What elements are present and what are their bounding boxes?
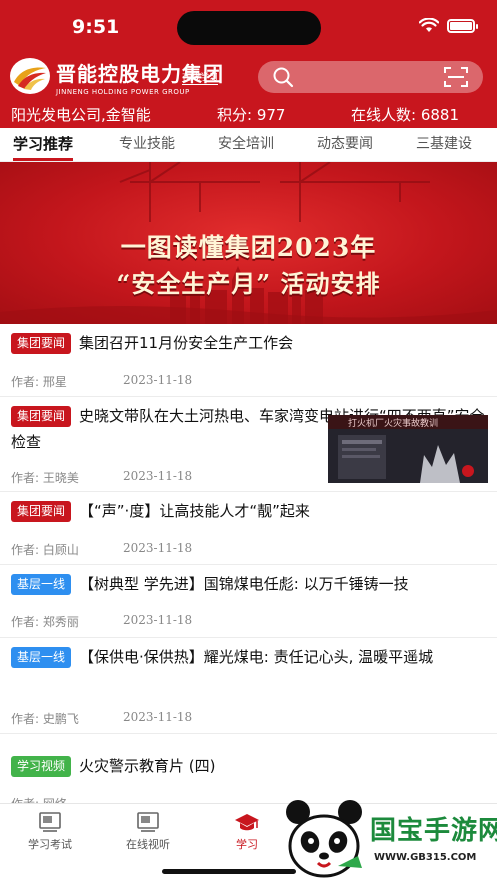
tab-professional-skills[interactable]: 专业技能 xyxy=(119,128,175,162)
nav-video-label: 在线视听 xyxy=(126,838,170,851)
category-tabs: 学习推荐 专业技能 安全培训 动态要闻 三基建设 xyxy=(0,128,497,162)
news-title-text: 火灾警示教育片 (四) xyxy=(79,757,216,775)
news-item[interactable]: 集团要闻 【“声”·度】让高技能人才“靓”起来 作者: 白顾山 2023-11-1… xyxy=(0,492,497,565)
graduation-cap-icon xyxy=(235,814,259,831)
news-date: 2023-11-18 xyxy=(123,373,193,387)
category-tag: 基层一线 xyxy=(11,574,72,595)
video-thumbnail[interactable]: 打火机厂火灾事故教训 xyxy=(328,415,488,483)
exam-icon xyxy=(39,812,61,832)
news-title-text: 【保供电·保供热】耀光煤电: 责任记心头, 温暖平遥城 xyxy=(79,648,434,666)
status-time: 9:51 xyxy=(72,16,120,38)
news-meta: 作者: 王晓美 2023-11-18 xyxy=(11,469,192,486)
news-title: 学习视频 火灾警示教育片 (四) xyxy=(11,753,317,779)
nav-exam[interactable]: 学习考试 xyxy=(10,812,90,852)
news-author: 作者: 白顾山 xyxy=(11,543,79,557)
news-item[interactable]: 基层一线 【树典型 学先进】国锦煤电任彪: 以万千锤铸一技 作者: 郑秀丽 202… xyxy=(0,565,497,638)
nav-study[interactable]: 学习 xyxy=(207,812,287,852)
brand-name-en: JINNENG HOLDING POWER GROUP xyxy=(56,88,190,96)
tab-news[interactable]: 动态要闻 xyxy=(317,128,373,162)
news-date: 2023-11-18 xyxy=(123,541,193,555)
nav-study-label: 学习 xyxy=(236,838,258,851)
news-title: 基层一线 【树典型 学先进】国锦煤电任彪: 以万千锤铸一技 xyxy=(11,571,487,597)
home-indicator xyxy=(162,869,296,874)
nav-exam-label: 学习考试 xyxy=(28,838,72,851)
dynamic-island xyxy=(177,11,321,45)
company-logo xyxy=(10,58,50,94)
news-title: 集团要闻 【“声”·度】让高技能人才“靓”起来 xyxy=(11,498,487,524)
news-date: 2023-11-18 xyxy=(123,469,193,483)
video-icon xyxy=(137,812,159,832)
scan-icon[interactable] xyxy=(444,66,468,88)
brand-tagline: 在线学习 xyxy=(182,70,219,85)
news-title-text: 【树典型 学先进】国锦煤电任彪: 以万千锤铸一技 xyxy=(79,575,409,593)
panda-logo-icon xyxy=(286,800,362,880)
points: 积分: 977 xyxy=(217,106,286,124)
news-title: 集团要闻 集团召开11月份安全生产工作会 xyxy=(11,330,487,356)
banner-title-line2: “安全生产月” 活动安排 xyxy=(116,269,381,298)
app-header: 9:51 晋能控股电力集团 JINNENG HOLDING POWER GROU… xyxy=(0,0,497,128)
news-meta: 作者: 史鹏飞 2023-11-18 xyxy=(11,710,192,727)
category-tag: 集团要闻 xyxy=(11,501,72,522)
news-title-text: 集团召开11月份安全生产工作会 xyxy=(79,334,294,352)
news-item[interactable]: 基层一线 【保供电·保供热】耀光煤电: 责任记心头, 温暖平遥城 作者: 史鹏飞 … xyxy=(0,638,497,734)
news-meta: 作者: 郑秀丽 2023-11-18 xyxy=(11,613,192,630)
battery-icon xyxy=(447,18,478,33)
category-tag: 集团要闻 xyxy=(11,406,72,427)
search-icon[interactable] xyxy=(272,66,294,88)
wifi-icon xyxy=(419,18,439,32)
banner-title-line1: 一图读懂集团2023年 xyxy=(120,233,377,262)
status-bar: 9:51 xyxy=(0,0,497,52)
news-item[interactable]: 集团要闻 集团召开11月份安全生产工作会 作者: 邢星 2023-11-18 xyxy=(0,324,497,397)
category-tag: 集团要闻 xyxy=(11,333,72,354)
news-date: 2023-11-18 xyxy=(123,710,193,724)
watermark-url: WWW.GB315.COM xyxy=(374,852,477,863)
news-author: 作者: 邢星 xyxy=(11,375,67,389)
watermark-name: 国宝手游网 xyxy=(370,816,497,846)
video-item[interactable]: 学习视频火灾警示教育片 (四) 作者: 网络 xyxy=(0,734,497,811)
tab-study-recommend[interactable]: 学习推荐 xyxy=(13,128,74,162)
nav-video[interactable]: 在线视听 xyxy=(108,812,188,852)
news-title-text: 【“声”·度】让高技能人才“靓”起来 xyxy=(79,502,310,520)
news-author: 作者: 郑秀丽 xyxy=(11,615,79,629)
status-icons xyxy=(419,18,478,33)
tab-three-basics[interactable]: 三基建设 xyxy=(416,128,472,162)
news-meta: 作者: 邢星 2023-11-18 xyxy=(11,373,192,390)
news-meta: 作者: 白顾山 2023-11-18 xyxy=(11,541,192,558)
video-thumbnail-caption: 打火机厂火灾事故教训 xyxy=(348,419,439,429)
user-name: 阳光发电公司,金智能 xyxy=(11,106,151,124)
category-tag: 学习视频 xyxy=(11,756,72,777)
site-watermark: 国宝手游网 WWW.GB315.COM xyxy=(278,796,497,883)
news-author: 作者: 史鹏飞 xyxy=(11,712,79,726)
tab-safety-training[interactable]: 安全培训 xyxy=(218,128,274,162)
online-count: 在线人数: 6881 xyxy=(351,106,459,124)
user-info-row: 阳光发电公司,金智能 积分: 977 在线人数: 6881 xyxy=(0,104,497,128)
promo-banner[interactable]: 一图读懂集团2023年 “安全生产月” 活动安排 xyxy=(0,162,497,324)
category-tag: 基层一线 xyxy=(11,647,72,668)
news-author: 作者: 王晓美 xyxy=(11,471,79,485)
news-title: 基层一线 【保供电·保供热】耀光煤电: 责任记心头, 温暖平遥城 xyxy=(11,644,487,670)
news-date: 2023-11-18 xyxy=(123,613,193,627)
